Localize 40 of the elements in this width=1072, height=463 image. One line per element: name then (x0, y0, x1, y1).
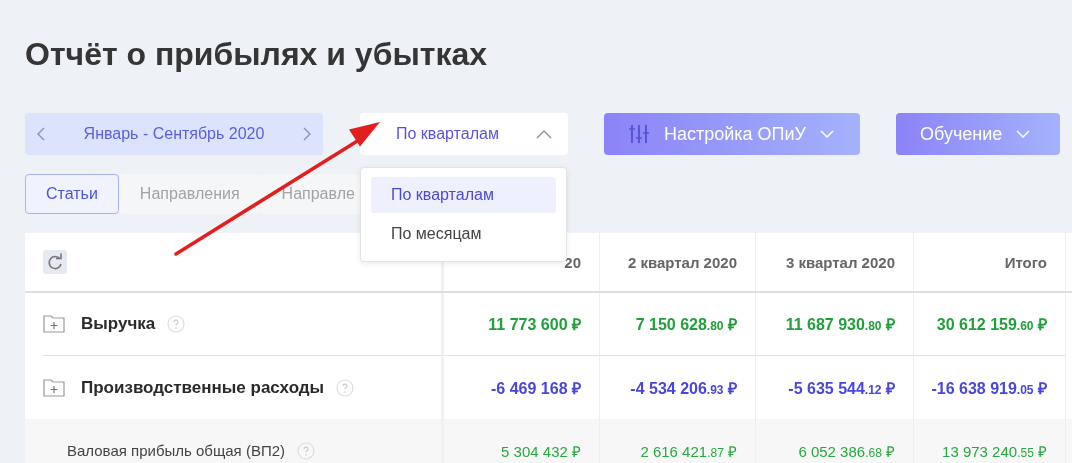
chevron-right-icon[interactable] (303, 127, 311, 141)
settings-button[interactable]: Настройка ОПиУ (604, 113, 860, 155)
menu-option[interactable]: По кварталам (371, 177, 556, 213)
sliders-icon (628, 123, 650, 145)
folder-plus-icon[interactable] (43, 378, 65, 397)
row-label: Валовая прибыль общая (ВП2) (67, 442, 286, 459)
help-icon[interactable] (167, 315, 186, 333)
chevron-down-icon (1016, 130, 1031, 138)
column-header: Итого (914, 233, 1066, 291)
row-label: Выручка (81, 314, 156, 334)
amount-cell-text: 5 304 432 ₽ (501, 441, 581, 461)
tab[interactable]: Направления (118, 174, 261, 214)
chevron-down-icon (820, 130, 834, 138)
column-header: 2 квартал 2020 (600, 233, 756, 291)
page-title: Отчёт о прибылях и убытках (25, 35, 488, 74)
menu-option[interactable]: По месяцам (371, 216, 556, 252)
tab[interactable]: Статьи (25, 174, 119, 214)
folder-plus-icon[interactable] (43, 315, 65, 333)
column-header: 3 квартал 2020 (756, 233, 914, 291)
grouping-dropdown[interactable]: По кварталам (360, 113, 568, 155)
amount-cell-text: 11 773 600 ₽ (488, 315, 581, 335)
chevron-left-icon[interactable] (37, 127, 45, 141)
caret-icon (536, 129, 552, 139)
amount-cell-text: 11 687 930.80 ₽ (785, 315, 895, 335)
amount-cell-text: -4 534 206.93 ₽ (630, 378, 737, 399)
amount-cell-text: 2 616 421.87 ₽ (640, 441, 737, 461)
period-selector[interactable]: Январь - Сентябрь 2020 (25, 113, 323, 155)
amount-cell-text: 7 150 628.80 ₽ (635, 315, 737, 335)
amount-cell-text: 6 052 386.68 ₽ (798, 441, 895, 461)
amount-cell-text: -16 638 919.05 ₽ (931, 378, 1047, 399)
menu-button[interactable]: Обучение (896, 113, 1060, 155)
help-icon[interactable] (297, 441, 316, 460)
period-label: Январь - Сентябрь 2020 (83, 125, 265, 143)
refresh-icon[interactable] (43, 250, 67, 274)
amount-cell-text: 13 973 240.55 ₽ (942, 441, 1047, 461)
row-label: Производственные расходы (81, 377, 325, 398)
help-icon[interactable] (336, 378, 355, 397)
amount-cell-text: -5 635 544.12 ₽ (788, 378, 895, 399)
amount-cell-text: 30 612 159.60 ₽ (936, 315, 1047, 335)
amount-cell-text: -6 469 168 ₽ (491, 378, 581, 399)
